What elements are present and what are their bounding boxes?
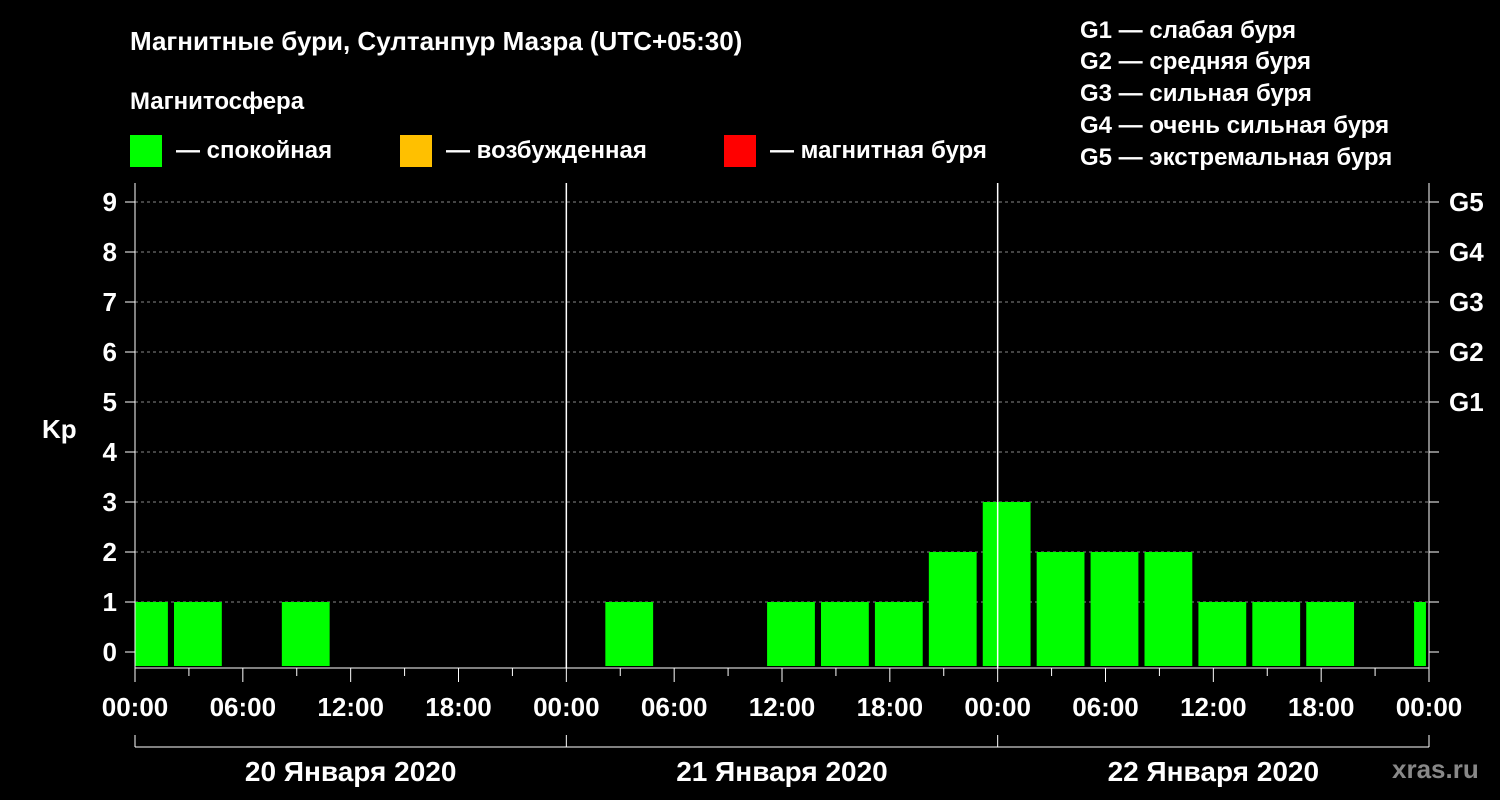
tick-labels: 0 1 2 3 4 5 6 7 8 9 G1 G2 G3 G4 G5 00:00 06:00 12:00 18:00… xyxy=(102,187,1484,787)
g-label-g2: G2 xyxy=(1449,337,1484,367)
g-scale-item-g2: G2 — средняя буря xyxy=(1080,48,1311,75)
x-tick-label-0: 00:00 xyxy=(102,692,169,722)
g-label-g5: G5 xyxy=(1449,187,1484,217)
y-tick-label-9: 9 xyxy=(103,187,117,217)
legend-heading: Магнитосфера xyxy=(130,88,305,115)
kp-bar-1 xyxy=(173,602,222,666)
y-tick-label-4: 4 xyxy=(103,437,118,467)
kp-chart: Магнитные бури, Султанпур Мазра (UTC+05:… xyxy=(42,17,1484,787)
kp-bar-12 xyxy=(1198,602,1247,666)
y-tick-label-6: 6 xyxy=(103,337,117,367)
x-tick-label-11: 18:00 xyxy=(1288,692,1355,722)
legend-label-excited: — возбужденная xyxy=(446,137,647,164)
x-tick-label-6: 12:00 xyxy=(749,692,816,722)
g-label-g4: G4 xyxy=(1449,237,1484,267)
kp-bar-7 xyxy=(928,552,977,666)
date-label-2: 22 Января 2020 xyxy=(1108,756,1320,787)
x-tick-label-7: 18:00 xyxy=(857,692,924,722)
x-tick-label-12: 00:00 xyxy=(1396,692,1463,722)
x-tick-label-2: 12:00 xyxy=(317,692,384,722)
y-tick-label-0: 0 xyxy=(103,637,117,667)
y-axis-label: Kp xyxy=(42,414,77,444)
legend-label-calm: — спокойная xyxy=(176,137,332,164)
kp-bar-8 xyxy=(982,502,1031,666)
x-tick-label-8: 00:00 xyxy=(964,692,1031,722)
legend-swatch-excited xyxy=(400,135,432,167)
legend: Магнитосфера — спокойная — возбужденная … xyxy=(130,88,987,167)
legend-swatch-storm xyxy=(724,135,756,167)
kp-bars xyxy=(135,502,1426,666)
kp-bar-0 xyxy=(135,602,168,666)
kp-bar-4 xyxy=(767,602,815,666)
kp-bar-11 xyxy=(1144,552,1193,666)
kp-bar-9 xyxy=(1036,552,1085,666)
g-scale-item-g3: G3 — сильная буря xyxy=(1080,80,1312,107)
date-label-0: 20 Января 2020 xyxy=(245,756,457,787)
x-tick-label-10: 12:00 xyxy=(1180,692,1247,722)
grid-lines xyxy=(135,201,1429,603)
kp-bar-15 xyxy=(1414,602,1426,666)
y-tick-label-7: 7 xyxy=(103,287,117,317)
kp-bar-10 xyxy=(1090,552,1139,666)
kp-bar-3 xyxy=(605,602,654,666)
g-label-g3: G3 xyxy=(1449,287,1484,317)
kp-bar-13 xyxy=(1252,602,1301,666)
kp-bar-14 xyxy=(1306,602,1355,666)
kp-bar-5 xyxy=(820,602,869,666)
date-label-1: 21 Января 2020 xyxy=(676,756,888,787)
g-scale-item-g5: G5 — экстремальная буря xyxy=(1080,144,1392,171)
g-label-g1: G1 xyxy=(1449,387,1484,417)
y-tick-label-2: 2 xyxy=(103,537,117,567)
x-tick-label-3: 18:00 xyxy=(425,692,492,722)
y-tick-label-8: 8 xyxy=(103,237,117,267)
legend-swatch-calm xyxy=(130,135,162,167)
kp-bar-2 xyxy=(281,602,330,666)
x-tick-label-5: 06:00 xyxy=(641,692,708,722)
kp-bar-6 xyxy=(874,602,923,666)
g-scale-item-g1: G1 — слабая буря xyxy=(1080,17,1296,44)
y-tick-label-3: 3 xyxy=(103,487,117,517)
x-tick-label-4: 00:00 xyxy=(533,692,600,722)
g-scale-item-g4: G4 — очень сильная буря xyxy=(1080,112,1389,139)
x-tick-label-1: 06:00 xyxy=(210,692,277,722)
y-tick-label-1: 1 xyxy=(103,587,117,617)
chart-title: Магнитные бури, Султанпур Мазра (UTC+05:… xyxy=(130,26,742,56)
x-tick-label-9: 06:00 xyxy=(1072,692,1139,722)
g-scale-legend: G1 — слабая буря G2 — средняя буря G3 — … xyxy=(1080,17,1392,171)
watermark: xras.ru xyxy=(1392,754,1479,784)
legend-label-storm: — магнитная буря xyxy=(770,137,987,164)
y-tick-label-5: 5 xyxy=(103,387,117,417)
